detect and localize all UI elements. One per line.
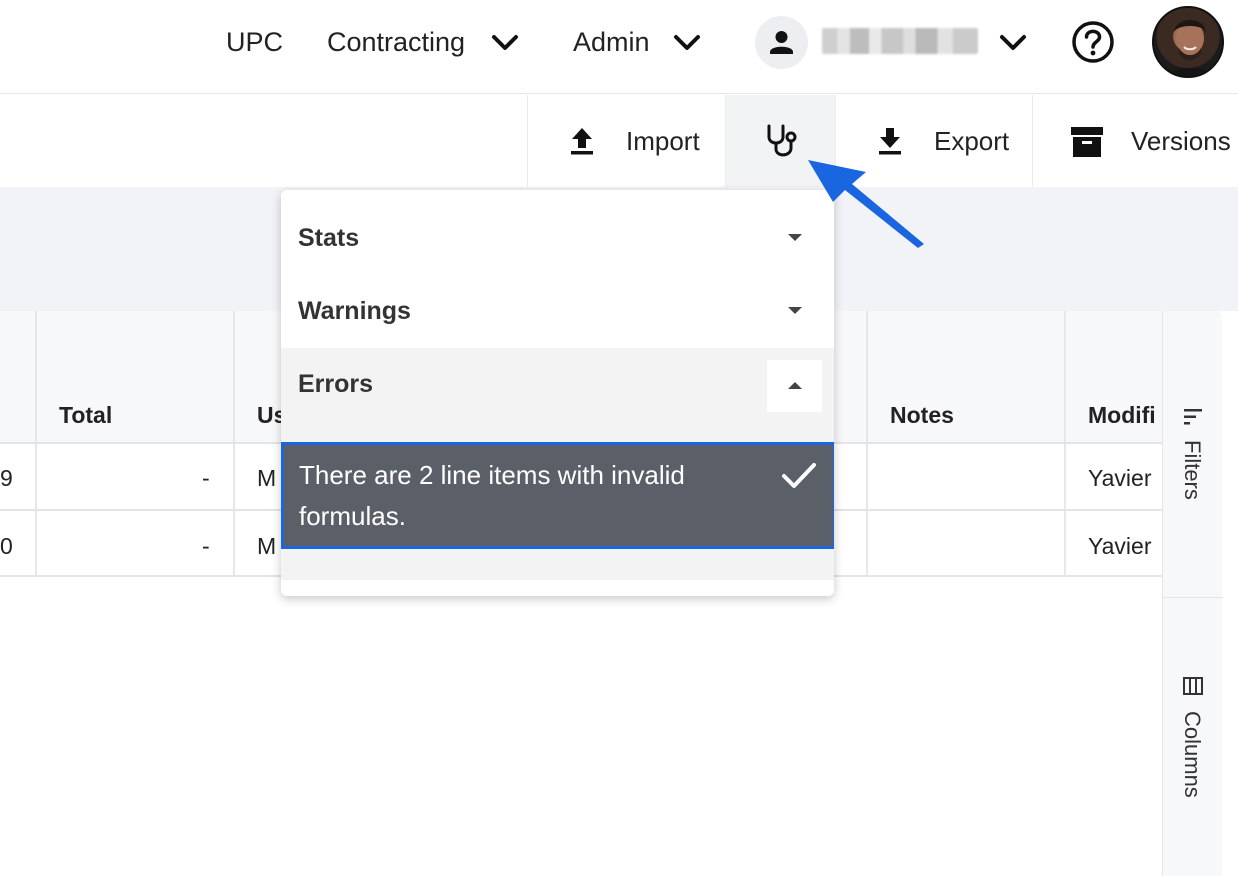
stats-section-header[interactable]: Stats — [281, 202, 834, 275]
upload-icon — [571, 128, 593, 155]
filters-label: Filters — [1180, 440, 1205, 500]
table-cell[interactable]: - — [202, 465, 210, 492]
import-button[interactable]: Import — [527, 95, 725, 187]
column-divider — [1064, 311, 1066, 577]
caret-up-icon — [788, 382, 802, 389]
error-list-item[interactable]: There are 2 line items with invalid form… — [281, 442, 834, 549]
columns-label: Columns — [1180, 711, 1205, 798]
column-divider — [866, 311, 868, 577]
column-divider — [35, 311, 37, 577]
stats-title: Stats — [298, 224, 360, 252]
top-navigation: UPC Contracting Admin — [0, 0, 1238, 94]
health-check-dropdown: Stats Warnings Errors There are 2 line i… — [281, 190, 834, 596]
help-icon[interactable] — [1071, 20, 1115, 64]
avatar-image — [1166, 20, 1214, 76]
versions-label: Versions — [1131, 126, 1231, 156]
chevron-down-icon[interactable] — [998, 31, 1028, 53]
person-icon — [770, 31, 793, 54]
table-cell[interactable]: Yavier — [1088, 465, 1152, 492]
errors-section-header[interactable]: Errors — [281, 348, 834, 421]
grid-side-panel: Filters Columns — [1162, 311, 1223, 876]
warnings-section-header[interactable]: Warnings — [281, 275, 834, 348]
user-name-blurred — [822, 28, 978, 54]
chevron-down-icon[interactable] — [672, 31, 702, 53]
table-cell[interactable]: M — [257, 465, 276, 492]
table-cell[interactable]: Yavier — [1088, 533, 1152, 560]
annotation-arrow-icon — [808, 160, 924, 248]
table-cell[interactable]: 9 — [0, 465, 13, 492]
columns-tab[interactable]: Columns — [1163, 598, 1223, 876]
nav-admin[interactable]: Admin — [573, 26, 650, 58]
column-header-notes[interactable]: Notes — [890, 402, 954, 429]
user-menu-button[interactable] — [755, 16, 808, 69]
chevron-down-icon[interactable] — [490, 31, 520, 53]
table-cell[interactable]: - — [202, 533, 210, 560]
profile-avatar[interactable] — [1152, 6, 1224, 78]
import-label: Import — [626, 126, 700, 156]
filters-tab[interactable]: Filters — [1163, 311, 1223, 597]
archive-icon — [1071, 127, 1103, 157]
warnings-title: Warnings — [298, 297, 411, 325]
caret-down-icon — [788, 307, 802, 314]
grid-toolbar: Import Export Versions — [0, 95, 1238, 187]
column-divider — [233, 311, 235, 577]
collapse-errors-button[interactable] — [767, 360, 822, 412]
nav-upc[interactable]: UPC — [226, 26, 283, 58]
column-header-total[interactable]: Total — [59, 402, 112, 429]
columns-icon — [1183, 677, 1203, 695]
stethoscope-icon — [767, 124, 797, 157]
export-label: Export — [934, 126, 1010, 156]
errors-title: Errors — [298, 370, 374, 398]
filter-icon — [1184, 409, 1202, 425]
column-header-modified[interactable]: Modifi — [1088, 402, 1156, 429]
nav-contracting[interactable]: Contracting — [327, 26, 465, 58]
table-cell[interactable]: 0 — [0, 533, 13, 560]
error-message: There are 2 line items with invalid form… — [299, 460, 685, 531]
table-cell[interactable]: M — [257, 533, 276, 560]
versions-button[interactable]: Versions — [1032, 95, 1238, 187]
checkmark-icon[interactable] — [781, 461, 817, 491]
